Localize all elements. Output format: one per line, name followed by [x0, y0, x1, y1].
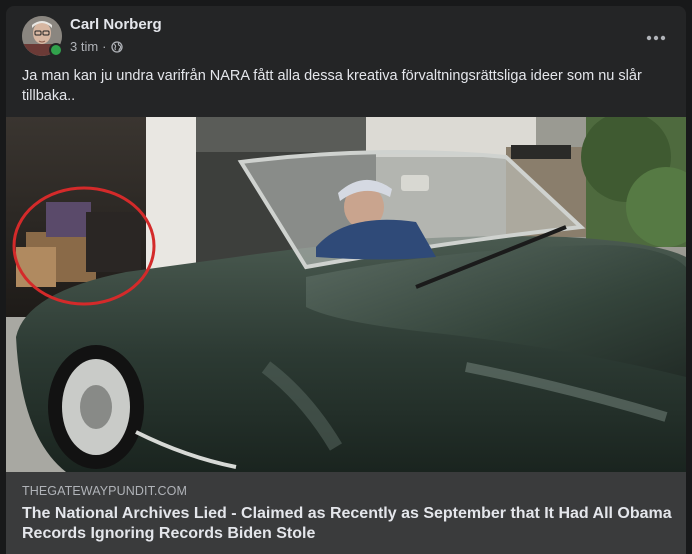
more-options-button[interactable]	[638, 20, 674, 56]
globe-icon[interactable]	[110, 40, 123, 53]
link-headline[interactable]: The National Archives Lied - Claimed as …	[22, 504, 672, 544]
car-garage-photo	[6, 112, 686, 472]
online-status-dot	[49, 43, 63, 57]
post-header: Carl Norberg 3 tim ·	[6, 6, 686, 66]
post-meta: 3 tim ·	[70, 39, 123, 54]
post-card: Carl Norberg 3 tim · Ja man kan ju undra…	[6, 6, 686, 554]
more-options-icon	[646, 35, 666, 41]
author-avatar-button[interactable]	[22, 16, 63, 57]
link-domain: THEGATEWAYPUNDIT.COM	[22, 484, 187, 498]
link-preview[interactable]: THEGATEWAYPUNDIT.COM The National Archiv…	[6, 472, 686, 554]
meta-separator: ·	[102, 39, 107, 54]
post-text: Ja man kan ju undra varifrån NARA fått a…	[22, 68, 642, 104]
post-image[interactable]	[6, 112, 686, 472]
author-name-link[interactable]: Carl Norberg	[70, 16, 162, 33]
post-timestamp-link[interactable]: 3 tim	[70, 39, 98, 54]
